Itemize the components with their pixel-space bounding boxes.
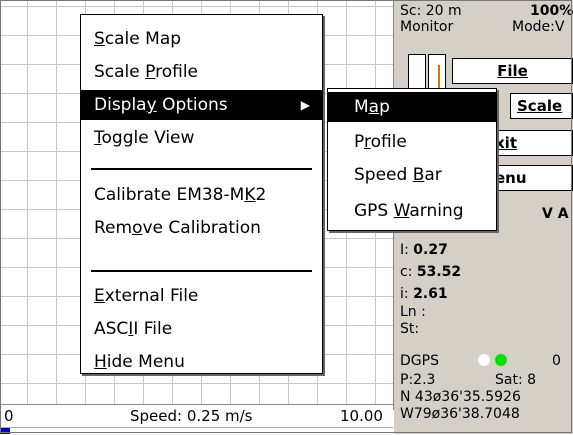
menu-item-text: Scale (94, 62, 146, 82)
submenu-item-profile[interactable]: Profile (328, 127, 496, 157)
submenu-item-speed-bar[interactable]: Speed Bar (328, 160, 496, 190)
longitude-readout: W79ø36'38.7048 (400, 406, 520, 422)
menu-item-text: ofile (370, 132, 407, 152)
latitude-readout: N 43ø36'35.5926 (400, 389, 521, 405)
speed-max-label: 10.00 (340, 407, 383, 425)
reading-row: I: 0.27 (400, 242, 448, 258)
menu-item-text: I File (133, 319, 173, 339)
exit-button-label: xit (495, 134, 517, 152)
menu-item-accelerator: r (363, 132, 371, 152)
menu-item-accelerator: H (94, 352, 107, 372)
menu-item-text: P (354, 132, 364, 152)
menu-item-accelerator: y (146, 95, 157, 115)
menu-item-accelerator: T (94, 128, 102, 148)
pdop-readout: P:2.3 (400, 372, 436, 388)
menu-item-text: Speed (354, 165, 413, 185)
satellite-count: Sat: 8 (495, 372, 537, 388)
scale-button-label: Scale (517, 97, 563, 115)
submenu-item-gps-warning[interactable]: GPS Warning (328, 196, 496, 226)
menu-separator (91, 168, 312, 170)
file-button-label: File (497, 62, 528, 80)
menu-item-text: rofile (155, 62, 199, 82)
menu-item-text: GPS (354, 201, 394, 221)
menu-item-accelerator: K (244, 185, 256, 205)
menu-item-hide-menu[interactable]: Hide Menu (81, 347, 322, 377)
menu-item-accelerator: o (132, 218, 143, 238)
menu-item-text: Displa (94, 95, 147, 115)
menu-item-text: Options (156, 95, 228, 115)
reading-label: c: (400, 264, 417, 280)
line-readout: Ln : (400, 304, 426, 320)
menu-item-toggle-view[interactable]: Toggle View (81, 123, 322, 153)
menu-item-accelerator: S (94, 29, 105, 49)
mode-readout: Mode:V (512, 19, 565, 35)
menu-item-text: ide Menu (106, 352, 185, 372)
menu-item-accelerator: a (368, 97, 380, 117)
menu-item-text: arning (409, 201, 464, 221)
display-options-submenu: Map Profile Speed Bar GPS Warning (327, 88, 497, 231)
menu-item-text: xternal File (104, 286, 199, 306)
speed-fill (0, 428, 10, 434)
menu-item-remove-calibration[interactable]: Remove Calibration (81, 213, 322, 243)
menu-item-calibrate[interactable]: Calibrate EM38-MK2 (81, 180, 322, 210)
menu-item-external-file[interactable]: External File (81, 281, 322, 311)
dgps-status-dot-green (495, 354, 507, 366)
menu-item-accelerator: B (412, 165, 425, 185)
menu-item-scale-map[interactable]: Scale Map (81, 24, 322, 54)
reading-label: i: (400, 286, 414, 302)
va-label: V A (542, 206, 569, 222)
reading-value: 0.27 (413, 242, 448, 258)
reading-value: 2.61 (413, 286, 448, 302)
menu-item-text: ASC (94, 319, 129, 339)
menu-item-text: Rem (94, 218, 133, 238)
context-menu: Scale Map Scale Profile Display Options ▶ To… (80, 14, 323, 374)
speed-track (0, 427, 393, 434)
zoom-readout: 100% (530, 3, 573, 19)
menu-item-accelerator: E (94, 286, 105, 306)
menu-item-text: Calibrate EM38-M (94, 185, 245, 205)
exit-button[interactable]: xit (488, 130, 573, 156)
menu-item-accelerator: P (145, 62, 156, 82)
reading-row: c: 53.52 (400, 264, 461, 280)
dgps-status-dot-white (478, 354, 490, 366)
reading-value: 53.52 (416, 264, 462, 280)
file-button[interactable]: File (452, 58, 573, 84)
reading-row: i: 2.61 (400, 286, 448, 302)
submenu-arrow-icon: ▶ (300, 98, 310, 112)
dgps-label: DGPS (400, 353, 439, 369)
menu-item-text: ar (424, 165, 442, 185)
menu-item-text: p (379, 97, 390, 117)
menu-item-display-options[interactable]: Display Options ▶ (81, 90, 322, 120)
menu-separator (91, 270, 312, 272)
menu-item-text: ve Calibration (142, 218, 261, 238)
reading-label: I: (400, 242, 414, 258)
menu-item-ascii-file[interactable]: ASCII File (81, 314, 322, 344)
menu-item-text: cale Map (104, 29, 182, 49)
scale-readout: Sc: 20 m (400, 3, 462, 19)
monitor-label: Monitor (400, 19, 454, 35)
speed-min-label: 0 (4, 407, 14, 425)
speed-readout: Speed: 0.25 m/s (130, 407, 253, 425)
station-readout: St: (400, 321, 420, 337)
menu-button[interactable]: enu (488, 165, 573, 191)
submenu-item-map[interactable]: Map (328, 92, 496, 122)
menu-item-text: oggle View (101, 128, 195, 148)
menu-button-label: enu (495, 169, 527, 187)
menu-item-text: 2 (255, 185, 267, 205)
dgps-count: 0 (552, 353, 561, 369)
menu-item-scale-profile[interactable]: Scale Profile (81, 57, 322, 87)
scale-button[interactable]: Scale (510, 93, 573, 119)
speed-bar: 0 Speed: 0.25 m/s 10.00 (0, 404, 393, 435)
menu-item-accelerator: W (393, 201, 410, 221)
menu-item-text: M (354, 97, 369, 117)
